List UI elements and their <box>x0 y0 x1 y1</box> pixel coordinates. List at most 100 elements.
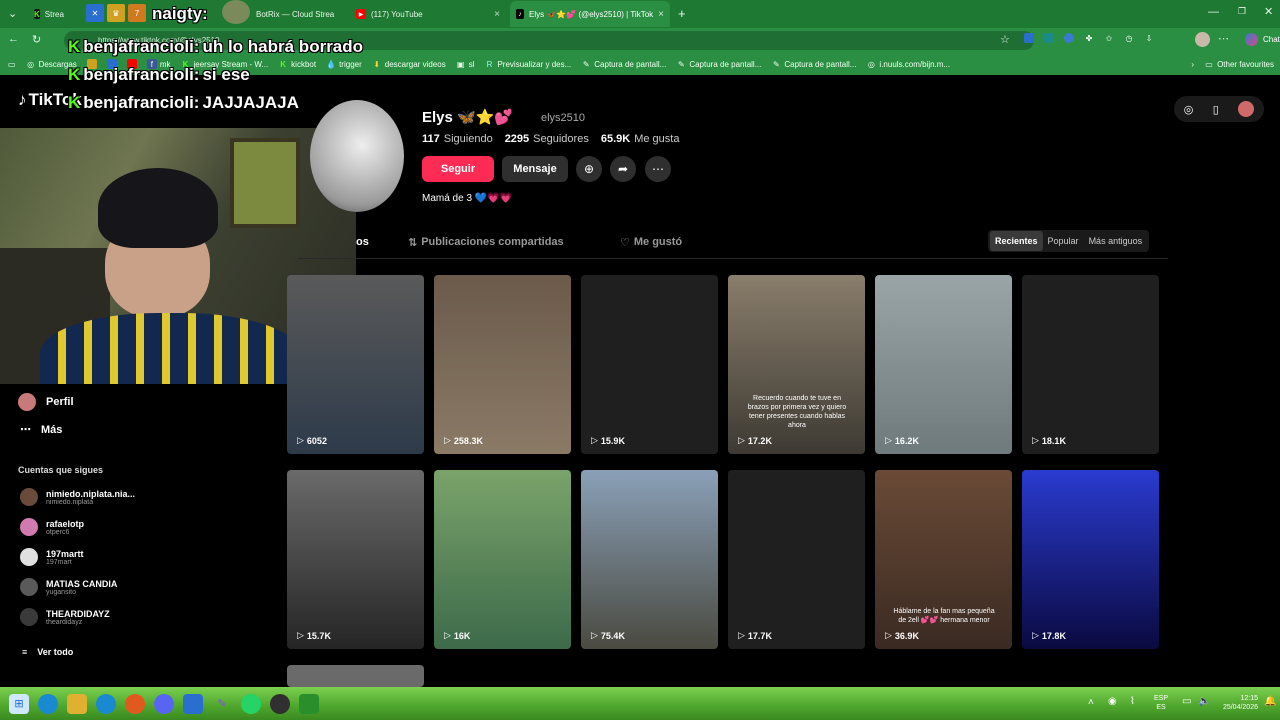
video-card[interactable]: ▷ 15.9K <box>581 275 718 454</box>
coins-icon[interactable]: ◎ <box>1184 103 1194 116</box>
tab-label: Publicaciones compartidas <box>421 236 564 248</box>
tab-liked[interactable]: ♡ Me gustó <box>620 236 682 249</box>
bookmarks-overflow-icon[interactable]: › <box>1186 60 1199 69</box>
bookmark-label: Captura de pantall... <box>594 59 667 69</box>
tab-reposts[interactable]: ⇅ Publicaciones compartidas <box>408 236 564 249</box>
video-card[interactable]: ▷ 15.7K <box>287 470 424 649</box>
profile-avatar[interactable] <box>1195 32 1210 47</box>
network-icon[interactable]: ▭ <box>1182 696 1191 707</box>
tab-videos[interactable]: os <box>356 236 369 248</box>
tab-tiktok[interactable]: ♪ Elys 🦋⭐💕 (@elys2510) | TikTok × <box>510 1 670 27</box>
downloads-icon[interactable]: ⇩ <box>1144 33 1154 43</box>
extension-icon[interactable] <box>1044 33 1054 43</box>
notifications-icon[interactable]: 🔔 <box>1264 696 1276 707</box>
copilot-chat-label[interactable]: Chat <box>1263 35 1280 44</box>
new-tab-button[interactable]: + <box>678 6 686 21</box>
video-card[interactable]: ▷ 17.8K <box>1022 470 1159 649</box>
back-icon[interactable]: ← <box>8 33 19 45</box>
bookmark-item[interactable]: ◎ i.nuuls.com/bijn.m... <box>861 59 955 69</box>
video-card[interactable]: ▷ 6052 <box>287 275 424 454</box>
following-item[interactable]: nimiedo.niplata.nia... nimiedo.niplata <box>20 488 135 506</box>
maximize-icon[interactable]: ❐ <box>1238 6 1246 17</box>
kick-icon: K <box>34 9 40 19</box>
app-icon[interactable] <box>183 693 203 714</box>
minimize-icon[interactable]: — <box>1208 6 1219 18</box>
video-card[interactable] <box>287 665 424 687</box>
device-icon[interactable]: ▯ <box>1213 103 1219 116</box>
extension-icon[interactable] <box>1024 33 1034 43</box>
reload-icon[interactable]: ↻ <box>32 33 41 46</box>
sl-icon: ▣ <box>456 59 465 69</box>
following-item[interactable]: 197martt 197mart <box>20 548 135 566</box>
following-item[interactable]: rafaelotp otperc6 <box>20 518 135 536</box>
video-card[interactable]: Recuerdo cuando te tuve en brazos por pr… <box>728 275 865 454</box>
bookmark-item[interactable]: ✎ Captura de pantall... <box>766 59 861 69</box>
video-card[interactable]: Háblame de la fan mas pequeña de 2ell 💕💕… <box>875 470 1012 649</box>
other-favourites[interactable]: ▭ Other favourites <box>1199 59 1280 69</box>
following-item[interactable]: MATIAS CANDIA yugansito <box>20 578 135 596</box>
browser-icon[interactable] <box>96 693 116 714</box>
close-tab-icon[interactable]: × <box>658 9 664 20</box>
favorites-icon[interactable]: ✩ <box>1104 33 1114 43</box>
obs-icon[interactable] <box>270 693 290 714</box>
message-button[interactable]: Mensaje <box>502 156 568 182</box>
extension-icon[interactable] <box>1064 33 1074 43</box>
bookmark-item[interactable]: ▣ sl <box>451 59 480 69</box>
tray-expand-icon[interactable]: ˄ <box>1088 697 1094 708</box>
recording-icon[interactable] <box>125 693 145 714</box>
bookmark-item[interactable]: ✎ Captura de pantall... <box>671 59 766 69</box>
close-window-icon[interactable]: ✕ <box>1264 5 1273 18</box>
sort-recent[interactable]: Recientes <box>990 231 1043 251</box>
video-card[interactable]: ▷ 18.1K <box>1022 275 1159 454</box>
more-menu-icon[interactable]: ⋯ <box>1218 32 1229 45</box>
video-card[interactable]: ▷ 16K <box>434 470 571 649</box>
bookmark-label: Previsualizar y des... <box>497 59 572 69</box>
see-all-link[interactable]: ≡ Ver todo <box>22 647 73 657</box>
minecraft-icon[interactable] <box>299 693 319 714</box>
video-card[interactable]: ▷ 258.3K <box>434 275 571 454</box>
bookmark-star-icon[interactable]: ☆ <box>1000 33 1010 46</box>
follow-button[interactable]: Seguir <box>422 156 494 182</box>
following-label[interactable]: Siguiendo <box>444 133 493 145</box>
nav-more[interactable]: ⋯ Más <box>20 423 62 437</box>
tab-kick[interactable]: K Strea <box>28 1 68 27</box>
close-tab-icon[interactable]: × <box>494 9 500 20</box>
edge-icon[interactable] <box>38 693 58 714</box>
puzzle-icon[interactable]: ✤ <box>1084 33 1094 43</box>
start-icon[interactable]: ⊞ <box>9 693 29 714</box>
sort-popular[interactable]: Popular <box>1043 231 1084 251</box>
nav-profile[interactable]: Perfil <box>18 393 74 411</box>
video-card[interactable]: ▷ 17.7K <box>728 470 865 649</box>
whatsapp-icon[interactable] <box>241 693 261 714</box>
clock[interactable]: 12:15 25/04/2026 <box>1212 694 1258 712</box>
sort-oldest[interactable]: Más antiguos <box>1084 231 1148 251</box>
folder-icon[interactable] <box>67 693 87 714</box>
bookmark-item[interactable]: ⬇ descargar videos <box>367 59 451 69</box>
share-icon[interactable]: ➦ <box>610 156 636 182</box>
video-card[interactable]: ▷ 75.4K <box>581 470 718 649</box>
more-options-icon[interactable]: ⋯ <box>645 156 671 182</box>
video-card[interactable]: ▷ 16.2K <box>875 275 1012 454</box>
copilot-icon[interactable] <box>1245 33 1258 46</box>
pen-icon[interactable]: ✎ <box>212 694 232 714</box>
volume-icon[interactable]: 🔈 <box>1198 696 1210 707</box>
tray-app-icon[interactable]: ◉ <box>1108 696 1117 707</box>
following-item[interactable]: THEARDIDAYZ theardidayz <box>20 608 135 626</box>
bookmark-item[interactable]: ✎ Captura de pantall... <box>576 59 671 69</box>
microphone-icon[interactable]: ⌇ <box>1130 696 1135 707</box>
discord-icon[interactable] <box>154 693 174 714</box>
view-count-text: 75.4K <box>600 630 625 641</box>
bookmark-label: sl <box>468 59 475 69</box>
tab-list-icon[interactable]: ⌄ <box>8 7 17 20</box>
add-friend-icon[interactable]: ⊕ <box>576 156 602 182</box>
play-icon: ▷ <box>591 630 598 640</box>
history-icon[interactable]: ◷ <box>1124 33 1134 43</box>
close-tab-icon[interactable]: × <box>339 9 340 20</box>
tab-youtube[interactable]: ▶ (117) YouTube × <box>350 1 506 27</box>
language-indicator[interactable]: ESP ES <box>1154 694 1168 712</box>
bookmark-item[interactable]: R Previsualizar y des... <box>479 59 576 69</box>
followers-label[interactable]: Seguidores <box>533 133 589 145</box>
tab-botrix[interactable]: BotRix — Cloud Strea × <box>250 1 340 27</box>
user-avatar[interactable] <box>1238 101 1255 117</box>
reading-list-icon[interactable]: ▭ <box>0 60 21 69</box>
